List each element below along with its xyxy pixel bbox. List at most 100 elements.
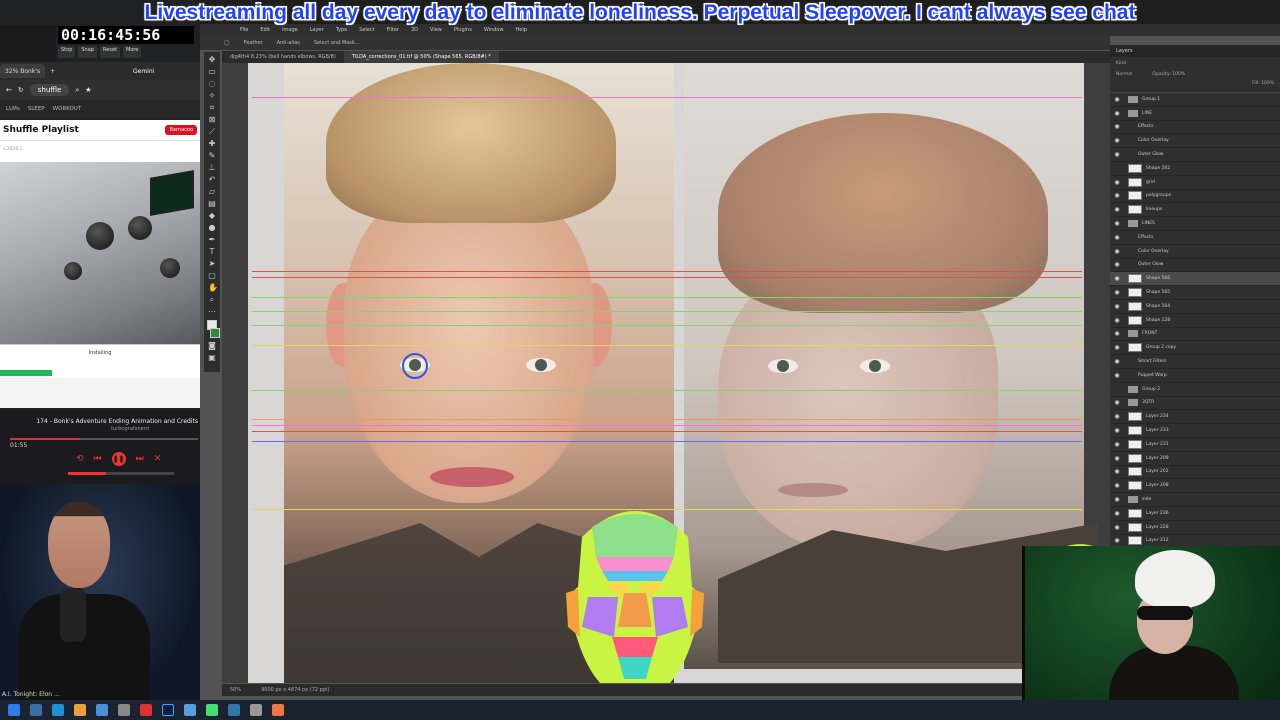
- layer-row[interactable]: ◉ Shape 565: [1110, 286, 1280, 300]
- settings-icon[interactable]: [118, 704, 130, 716]
- layer-row[interactable]: ◉ Layer 208: [1110, 479, 1280, 494]
- eye-icon[interactable]: ◉: [1110, 234, 1124, 241]
- eraser-icon[interactable]: ▱: [208, 188, 216, 196]
- layer-row[interactable]: ◉ Layer 236: [1110, 507, 1280, 521]
- stopwatch-more-button[interactable]: More: [122, 46, 142, 58]
- stamp-tool-icon[interactable]: ⊥: [208, 164, 216, 172]
- layer-row[interactable]: ◉ Smart Filters: [1110, 355, 1280, 369]
- layer-row[interactable]: ◉ LINES: [1110, 217, 1280, 231]
- stopwatch-snap-button[interactable]: Snap: [78, 46, 97, 58]
- layer-row[interactable]: ◉ Group 2 copy: [1110, 341, 1280, 356]
- shape-tool-icon[interactable]: ▢: [208, 272, 216, 280]
- bookmark-workout[interactable]: WORKOUT: [53, 106, 82, 112]
- eye-icon[interactable]: ◉: [1110, 399, 1124, 406]
- move-tool-icon[interactable]: ✥: [208, 56, 216, 64]
- search-icon[interactable]: ⌕: [75, 86, 79, 95]
- gemini-tab[interactable]: Gemini: [128, 64, 159, 78]
- kind-filter[interactable]: Kind: [1116, 61, 1126, 66]
- menu-layer[interactable]: Layer: [310, 27, 324, 33]
- fill-field[interactable]: Fill: 100%: [1252, 81, 1274, 86]
- layer-row[interactable]: ◉ Color Overlay: [1110, 134, 1280, 149]
- app-icon[interactable]: [272, 704, 284, 716]
- star-icon[interactable]: ★: [85, 86, 91, 94]
- stopwatch-reset-button[interactable]: Reset: [99, 46, 120, 58]
- layer-row[interactable]: ◉ Puppet Warp: [1110, 369, 1280, 383]
- eye-icon[interactable]: ◉: [1110, 248, 1124, 255]
- repeat-icon[interactable]: ⟲: [76, 454, 84, 464]
- eye-icon[interactable]: ◉: [1110, 123, 1124, 130]
- zoom-level[interactable]: 50%: [230, 687, 241, 693]
- eye-icon[interactable]: ◉: [1110, 427, 1124, 434]
- menu-type[interactable]: Type: [336, 27, 347, 33]
- menu-image[interactable]: Image: [282, 27, 298, 33]
- eye-icon[interactable]: ◉: [1110, 413, 1124, 420]
- eye-icon[interactable]: ◉: [1110, 330, 1124, 337]
- opacity-field[interactable]: Opacity: 100%: [1152, 72, 1185, 77]
- eye-icon[interactable]: ◉: [1110, 524, 1124, 531]
- eye-icon[interactable]: ◉: [1110, 289, 1124, 296]
- gradient-icon[interactable]: ▤: [208, 200, 216, 208]
- healing-icon[interactable]: ✚: [208, 140, 216, 148]
- chrome-icon[interactable]: [140, 704, 152, 716]
- app-icon[interactable]: [206, 704, 218, 716]
- eye-icon[interactable]: ◉: [1110, 455, 1124, 462]
- menu-select[interactable]: Select: [359, 27, 374, 33]
- menu-window[interactable]: Window: [484, 27, 504, 33]
- pause-icon[interactable]: ❚❚: [111, 452, 126, 466]
- layer-row[interactable]: ◉ Layer 209: [1110, 452, 1280, 466]
- layer-row[interactable]: ◉ Shape 564: [1110, 300, 1280, 314]
- layer-row[interactable]: ◉ Layer 228: [1110, 521, 1280, 535]
- layer-row[interactable]: ◉ Color Overlay: [1110, 245, 1280, 259]
- zoom-tool-icon[interactable]: ⌕: [208, 296, 216, 304]
- layer-row[interactable]: ◉ Layer 202: [1110, 466, 1280, 480]
- doc-tab-1[interactable]: djg4th4 8.23% (bell hands elbows, RGB/8): [222, 51, 344, 63]
- menu-plugins[interactable]: Plugins: [454, 27, 472, 33]
- eye-icon[interactable]: ◉: [1110, 372, 1124, 379]
- magic-wand-icon[interactable]: ✧: [208, 92, 216, 100]
- eye-icon[interactable]: ◉: [1110, 468, 1124, 475]
- option-select-mask[interactable]: Select and Mask...: [314, 40, 360, 46]
- menu-filter[interactable]: Filter: [387, 27, 399, 33]
- layer-row[interactable]: ◉ Shape 566: [1110, 272, 1280, 287]
- ps-canvas-area[interactable]: [222, 63, 1110, 683]
- menu-edit[interactable]: Edit: [260, 27, 270, 33]
- search-taskbar-icon[interactable]: [30, 704, 42, 716]
- browser-tab[interactable]: 32% Bonk's: [0, 64, 46, 78]
- eye-marker-circle[interactable]: [402, 353, 428, 379]
- eye-icon[interactable]: ◉: [1110, 482, 1124, 489]
- app-icon[interactable]: [184, 704, 196, 716]
- layers-title[interactable]: Layers: [1110, 45, 1280, 57]
- store-icon[interactable]: [96, 704, 108, 716]
- bookmark-sleep[interactable]: SLEEP: [28, 106, 45, 112]
- hand-tool-icon[interactable]: ✋: [208, 284, 218, 292]
- eye-icon[interactable]: ◉: [1110, 96, 1124, 103]
- eye-icon[interactable]: ◉: [1110, 110, 1124, 117]
- layer-row[interactable]: ◉ Layer 231: [1110, 438, 1280, 452]
- frame-tool-icon[interactable]: ⊠: [208, 116, 216, 124]
- photoshop-icon[interactable]: [162, 704, 174, 716]
- new-tab-icon[interactable]: +: [45, 64, 60, 78]
- eye-icon[interactable]: ◉: [1110, 261, 1124, 268]
- eye-icon[interactable]: ◉: [1110, 441, 1124, 448]
- layer-row[interactable]: Shape 562: [1110, 162, 1280, 176]
- skip-prev-icon[interactable]: ⏮: [94, 454, 102, 464]
- screen-mode-icon[interactable]: ▣: [208, 354, 216, 362]
- eye-icon[interactable]: ◉: [1110, 344, 1124, 351]
- layer-row[interactable]: ◉ Outer Glow: [1110, 259, 1280, 273]
- type-tool-icon[interactable]: T: [208, 248, 216, 256]
- menu-file[interactable]: File: [240, 27, 248, 33]
- brush-tool-icon[interactable]: ✎: [208, 152, 216, 160]
- stopwatch-stop-button[interactable]: Stop: [58, 46, 76, 58]
- layer-row[interactable]: ◉ 3QTR: [1110, 397, 1280, 411]
- eye-icon[interactable]: ◉: [1110, 220, 1124, 227]
- eye-icon[interactable]: ◉: [1110, 358, 1124, 365]
- eyedropper-icon[interactable]: ⟋: [208, 128, 216, 136]
- edge-icon[interactable]: [52, 704, 64, 716]
- seek-bar[interactable]: [10, 438, 198, 440]
- layer-row[interactable]: ◉ Outer Glow: [1110, 148, 1280, 162]
- reload-icon[interactable]: ↻: [18, 86, 24, 94]
- file-explorer-icon[interactable]: [74, 704, 86, 716]
- blend-mode-select[interactable]: Normal: [1116, 72, 1132, 77]
- quick-mask-icon[interactable]: ◙: [208, 342, 216, 350]
- eye-icon[interactable]: ◉: [1110, 317, 1124, 324]
